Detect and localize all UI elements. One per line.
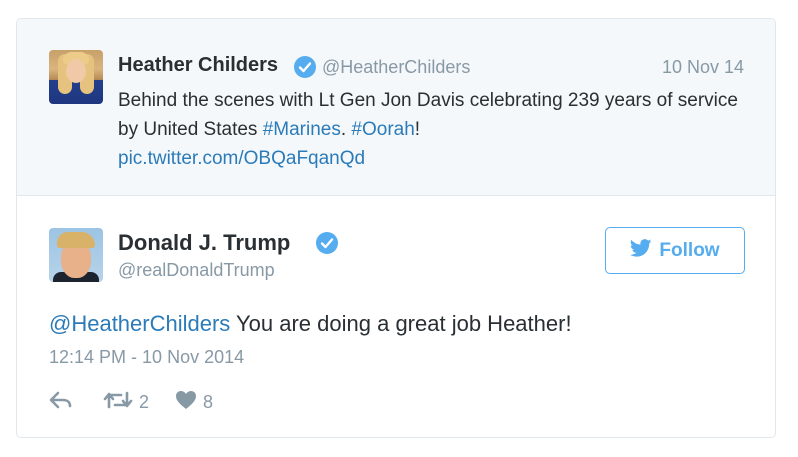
retweet-icon — [103, 390, 133, 415]
verified-badge-icon — [294, 56, 316, 78]
twitter-bird-icon — [630, 238, 652, 263]
reply-button[interactable] — [49, 391, 73, 414]
hashtag-link[interactable]: #Marines — [263, 119, 341, 140]
quoted-text-part: . — [340, 119, 352, 140]
author-name[interactable]: Donald J. Trump — [118, 230, 290, 256]
quoted-text-part: ! — [414, 119, 421, 140]
quoted-author-name[interactable]: Heather Childers — [118, 54, 278, 77]
retweet-button[interactable]: 2 — [103, 390, 149, 415]
hashtag-link[interactable]: #Oorah — [351, 119, 414, 140]
retweet-count: 2 — [139, 391, 150, 412]
media-link[interactable]: pic.twitter.com/OBQaFqanQd — [118, 148, 365, 169]
tweet-actions: 2 8 — [49, 389, 213, 415]
avatar[interactable] — [49, 50, 103, 104]
author-handle[interactable]: @realDonaldTrump — [118, 260, 275, 281]
avatar-hair — [57, 232, 95, 248]
mention-link[interactable]: @HeatherChilders — [49, 311, 230, 336]
tweet-embed-card: Heather Childers @HeatherChilders 10 Nov… — [16, 18, 776, 438]
tweet-text-body: You are doing a great job Heather! — [230, 311, 572, 336]
like-count: 8 — [203, 391, 214, 412]
like-button[interactable]: 8 — [175, 390, 213, 415]
follow-button-label: Follow — [659, 239, 720, 261]
follow-button[interactable]: Follow — [605, 227, 745, 274]
quoted-author-handle[interactable]: @HeatherChilders — [322, 57, 470, 78]
avatar[interactable] — [49, 228, 103, 282]
tweet-timestamp[interactable]: 12:14 PM - 10 Nov 2014 — [49, 347, 244, 368]
quoted-tweet[interactable]: Heather Childers @HeatherChilders 10 Nov… — [17, 19, 775, 196]
heart-icon — [175, 390, 197, 415]
reply-icon — [49, 391, 73, 414]
quoted-tweet-date[interactable]: 10 Nov 14 — [662, 57, 744, 78]
quoted-text-part: Behind the scenes with Lt Gen Jon Davis … — [118, 90, 738, 140]
avatar-face — [66, 59, 86, 83]
tweet-text: @HeatherChilders You are doing a great j… — [49, 311, 572, 337]
verified-badge-icon — [316, 232, 338, 254]
quoted-tweet-text: Behind the scenes with Lt Gen Jon Davis … — [118, 86, 758, 173]
